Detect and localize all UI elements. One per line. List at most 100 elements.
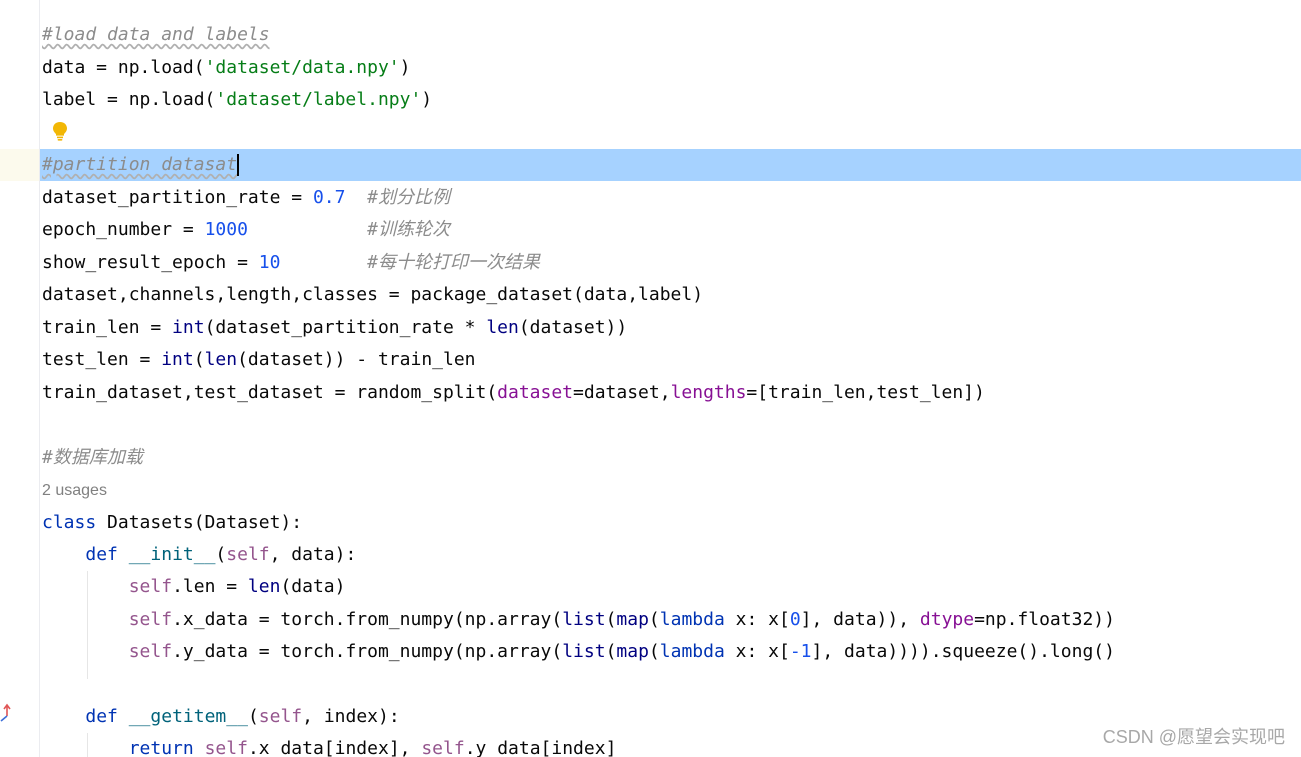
code-token: len — [247, 576, 281, 597]
code-token: lambda — [659, 641, 725, 662]
code-line[interactable]: #load data and labels — [42, 19, 270, 51]
code-token: dataset_partition_rate = — [42, 187, 313, 208]
code-token: #load data and labels — [42, 24, 270, 45]
code-token: self — [258, 706, 303, 727]
code-token: ( — [648, 641, 660, 662]
code-token: data = np.load( — [42, 57, 205, 78]
code-line[interactable]: show_result_epoch = 10 #每十轮打印一次结果 — [42, 247, 540, 279]
code-token: self — [421, 738, 465, 757]
code-token: class — [42, 512, 97, 533]
code-token: -1 — [789, 641, 812, 662]
code-token: len — [204, 349, 238, 370]
code-token: dataset — [497, 382, 574, 403]
usages-hint[interactable]: 2 usages — [42, 482, 107, 499]
code-token: len — [486, 317, 519, 338]
code-token: self — [128, 609, 173, 630]
code-token: ( — [605, 641, 617, 662]
code-token: x: x[ — [724, 609, 790, 630]
code-token: ( — [247, 706, 259, 727]
code-token: def — [85, 706, 118, 727]
code-token: dataset,channels,length,classes = packag… — [42, 284, 704, 305]
code-token: ( — [193, 349, 205, 370]
editor-gutter[interactable] — [0, 0, 40, 757]
code-token: .y_data[index] — [464, 738, 617, 757]
code-line[interactable]: dataset_partition_rate = 0.7 #划分比例 — [42, 182, 450, 214]
code-token: ( — [215, 544, 227, 565]
code-line-current[interactable]: #partition datasat — [40, 149, 1301, 181]
code-token: 'dataset/label.npy' — [215, 89, 422, 110]
lightbulb-icon[interactable] — [51, 120, 69, 142]
code-line[interactable]: self.x_data = torch.from_numpy(np.array(… — [42, 604, 1115, 636]
code-line[interactable]: test_len = int(len(dataset)) - train_len — [42, 344, 476, 376]
code-line[interactable]: self.y_data = torch.from_numpy(np.array(… — [42, 636, 1115, 668]
code-token: lengths — [670, 382, 747, 403]
code-token: self — [226, 544, 270, 565]
code-token: .y_data = torch.from_numpy(np.array( — [172, 641, 563, 662]
code-token: epoch_number = — [42, 219, 205, 240]
code-token: dtype — [919, 609, 975, 630]
code-line[interactable]: data = np.load('dataset/data.npy') — [42, 52, 410, 84]
code-token: self — [128, 641, 173, 662]
code-line[interactable]: train_len = int(dataset_partition_rate *… — [42, 312, 627, 344]
code-token: =np.float32)) — [974, 609, 1115, 630]
code-token: .x_data[index], — [247, 738, 422, 757]
code-line[interactable]: self.len = len(data) — [42, 571, 346, 603]
code-token: __getitem__ — [128, 706, 248, 727]
code-token: list — [562, 641, 606, 662]
code-line[interactable]: def __init__(self, data): — [42, 539, 356, 571]
code-line[interactable]: 2 usages — [42, 474, 107, 506]
code-line[interactable]: dataset,channels,length,classes = packag… — [42, 279, 703, 311]
code-token: ) — [421, 89, 433, 110]
watermark: CSDN @愿望会实现吧 — [1102, 727, 1285, 747]
code-token: =[train_len,test_len]) — [746, 382, 985, 403]
code-token: ], data)), — [800, 609, 920, 630]
code-token: ( — [605, 609, 617, 630]
code-line[interactable]: label = np.load('dataset/label.npy') — [42, 84, 432, 116]
code-token: label = np.load( — [42, 89, 216, 110]
code-line[interactable]: #数据库加载 — [42, 442, 143, 474]
code-token: train_len = — [42, 317, 173, 338]
code-token: ], data)))).squeeze().long() — [811, 641, 1115, 662]
code-token: .len = — [172, 576, 248, 597]
code-token: train_dataset,test_dataset = random_spli… — [42, 382, 498, 403]
code-token: Datasets(Dataset): — [96, 512, 303, 533]
code-token: , data): — [269, 544, 357, 565]
code-token: int — [161, 349, 194, 370]
override-arrow-icon[interactable] — [0, 703, 12, 725]
code-line[interactable]: train_dataset,test_dataset = random_spli… — [42, 377, 985, 409]
gutter-current-line — [0, 149, 39, 181]
code-token: (dataset)) - train_len — [237, 349, 476, 370]
code-token: 0 — [789, 609, 801, 630]
code-token: #划分比例 — [367, 187, 450, 208]
code-token: #数据库加载 — [42, 447, 143, 468]
code-line[interactable]: return self.x_data[index], self.y_data[i… — [42, 733, 617, 757]
code-token: ) — [399, 57, 411, 78]
code-token: def — [85, 544, 118, 565]
code-line[interactable]: def __getitem__(self, index): — [42, 701, 400, 733]
code-token: __init__ — [128, 544, 216, 565]
code-token: 0.7 — [312, 187, 346, 208]
code-token: #每十轮打印一次结果 — [367, 252, 540, 273]
code-token: ( — [648, 609, 660, 630]
code-token: 10 — [258, 252, 281, 273]
code-line[interactable]: epoch_number = 1000 #训练轮次 — [42, 214, 450, 246]
code-token: #partition datasat — [42, 154, 238, 175]
code-token: (dataset_partition_rate * — [204, 317, 487, 338]
code-token: map — [616, 609, 649, 630]
code-token: .x_data = torch.from_numpy(np.array( — [172, 609, 563, 630]
code-token: , index): — [302, 706, 400, 727]
code-editor[interactable]: #load data and labels data = np.load('dat… — [0, 0, 1301, 757]
code-token: self — [204, 738, 248, 757]
code-token: lambda — [659, 609, 725, 630]
code-token: show_result_epoch = — [42, 252, 259, 273]
code-line[interactable]: class Datasets(Dataset): — [42, 507, 302, 539]
code-token: (dataset)) — [518, 317, 628, 338]
